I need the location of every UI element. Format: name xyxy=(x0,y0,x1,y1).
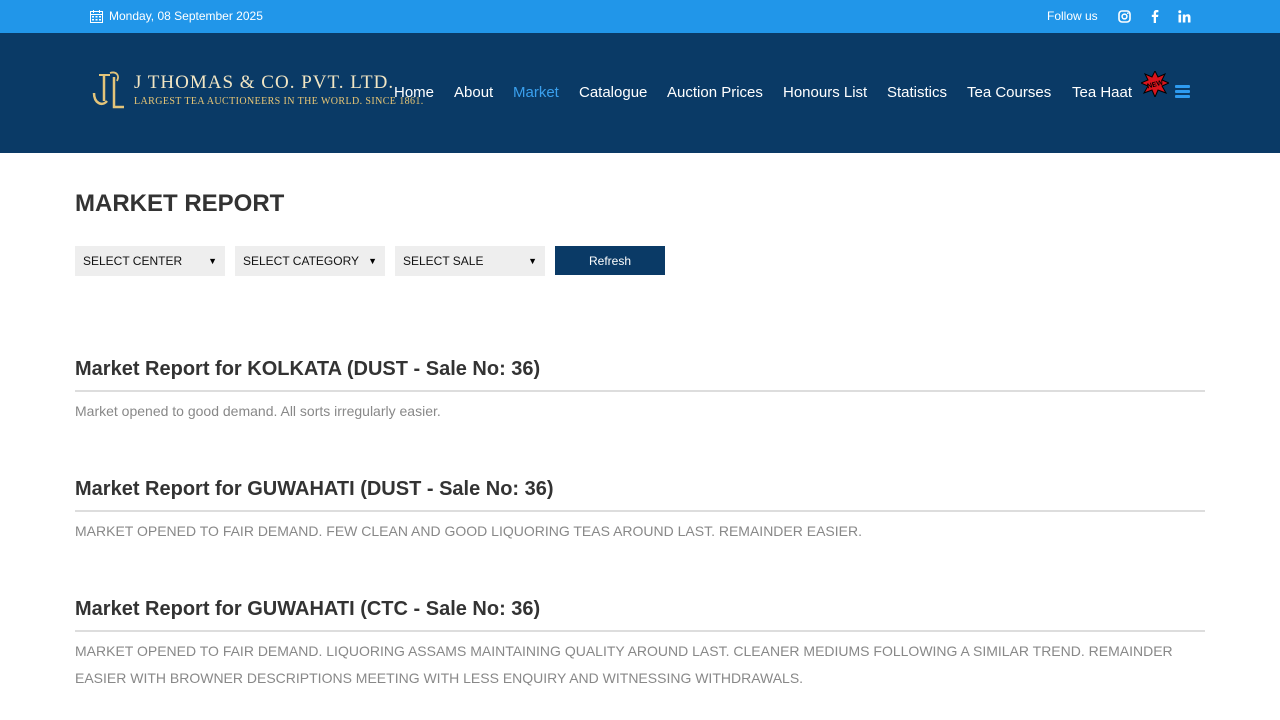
nav-catalogue[interactable]: Catalogue xyxy=(579,84,647,101)
company-logo[interactable]: J THOMAS & CO. PVT. LTD. LARGEST TEA AUC… xyxy=(90,71,423,113)
new-badge-icon: NEW xyxy=(1141,71,1169,97)
report-body: MARKET OPENED TO FAIR DEMAND. LIQUORING … xyxy=(75,643,1173,686)
nav-tea-haat[interactable]: Tea Haat xyxy=(1072,84,1132,101)
report-body: MARKET OPENED TO FAIR DEMAND. FEW CLEAN … xyxy=(75,523,863,539)
date-display: Monday, 08 September 2025 xyxy=(90,9,263,23)
chevron-down-icon: ▼ xyxy=(208,256,217,266)
select-center-value: SELECT CENTER xyxy=(83,254,183,268)
divider xyxy=(75,390,1205,392)
report-heading: Market Report for GUWAHATI (DUST - Sale … xyxy=(75,478,554,500)
facebook-icon[interactable] xyxy=(1147,9,1161,23)
main-header: J THOMAS & CO. PVT. LTD. LARGEST TEA AUC… xyxy=(0,33,1280,153)
select-category-dropdown[interactable]: SELECT CATEGORY ▼ xyxy=(235,246,385,276)
select-center-dropdown[interactable]: SELECT CENTER ▼ xyxy=(75,246,225,276)
menu-hamburger-icon[interactable] xyxy=(1175,85,1190,99)
nav-home[interactable]: Home xyxy=(394,84,434,101)
select-sale-dropdown[interactable]: SELECT SALE ▼ xyxy=(395,246,545,276)
calendar-icon xyxy=(90,9,103,23)
logo-tagline: LARGEST TEA AUCTIONEERS IN THE WORLD. SI… xyxy=(134,96,424,107)
refresh-button[interactable]: Refresh xyxy=(555,246,665,275)
linkedin-icon[interactable] xyxy=(1177,9,1191,23)
chevron-down-icon: ▼ xyxy=(368,256,377,266)
divider xyxy=(75,510,1205,512)
page-title: MARKET REPORT xyxy=(75,190,285,217)
nav-market[interactable]: Market xyxy=(513,84,559,101)
divider xyxy=(75,630,1205,632)
date-text: Monday, 08 September 2025 xyxy=(109,9,263,23)
nav-auction-prices[interactable]: Auction Prices xyxy=(667,84,763,101)
nav-about[interactable]: About xyxy=(454,84,493,101)
report-heading: Market Report for GUWAHATI (CTC - Sale N… xyxy=(75,598,541,620)
nav-statistics[interactable]: Statistics xyxy=(887,84,947,101)
nav-tea-courses[interactable]: Tea Courses xyxy=(967,84,1051,101)
report-heading: Market Report for KOLKATA (DUST - Sale N… xyxy=(75,358,541,380)
instagram-icon[interactable] xyxy=(1117,9,1131,23)
follow-us-label: Follow us xyxy=(1047,9,1098,23)
select-category-value: SELECT CATEGORY xyxy=(243,254,360,268)
top-bar: Monday, 08 September 2025 Follow us xyxy=(0,0,1280,33)
logo-mark-icon xyxy=(92,71,124,109)
select-sale-value: SELECT SALE xyxy=(403,254,484,268)
chevron-down-icon: ▼ xyxy=(528,256,537,266)
nav-honours-list[interactable]: Honours List xyxy=(783,84,867,101)
logo-company-name: J THOMAS & CO. PVT. LTD. xyxy=(134,72,395,93)
report-body: Market opened to good demand. All sorts … xyxy=(75,403,441,419)
